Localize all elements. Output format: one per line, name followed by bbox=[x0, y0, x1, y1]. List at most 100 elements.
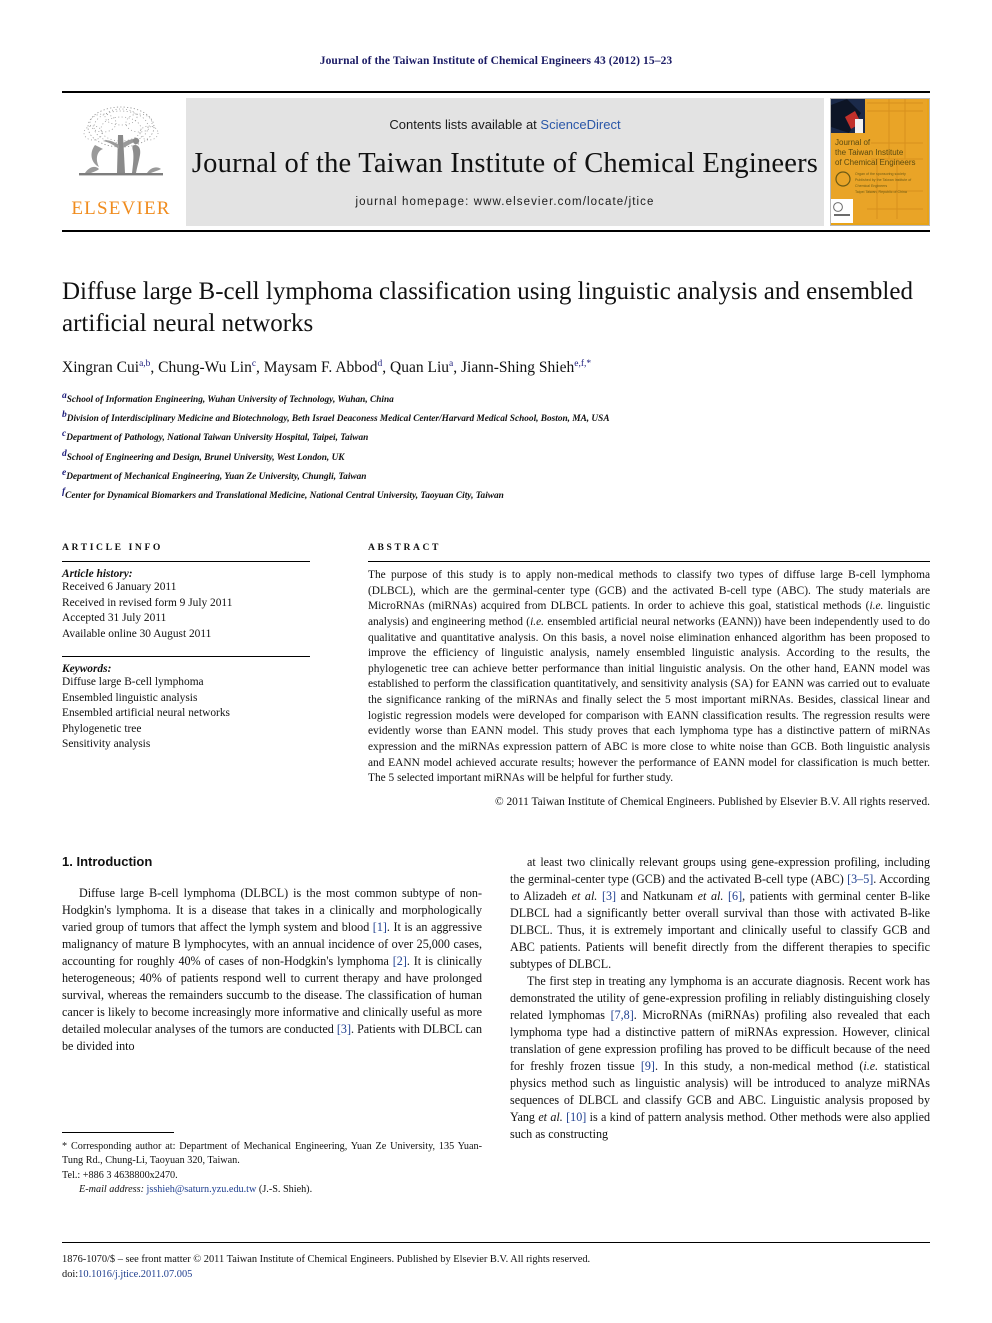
affiliation-item: bDivision of Interdisciplinary Medicine … bbox=[62, 408, 930, 427]
keywords-label: Keywords: bbox=[62, 663, 112, 675]
citation-reference[interactable]: [2] bbox=[393, 954, 407, 968]
contents-prefix: Contents lists available at bbox=[389, 116, 541, 132]
author-item: Xingran Cuia,b, bbox=[62, 359, 158, 376]
keyword-item: Sensitivity analysis bbox=[62, 738, 151, 750]
elsevier-logo: ELSEVIER bbox=[62, 98, 180, 226]
body-column-right: at least two clinically relevant groups … bbox=[510, 854, 930, 1143]
author-separator: , bbox=[150, 359, 159, 377]
svg-text:Journal of: Journal of bbox=[835, 138, 871, 147]
article-history-item: Received 6 January 2011 bbox=[62, 581, 177, 593]
corresponding-author-note: * Corresponding author at: Department of… bbox=[62, 1140, 482, 1167]
citation-reference[interactable]: [3] bbox=[602, 889, 616, 903]
keywords-rule bbox=[62, 656, 310, 657]
journal-cover-thumbnail: Journal of the Taiwan Institute of Chemi… bbox=[830, 98, 930, 226]
affiliation-text: Center for Dynamical Biomarkers and Tran… bbox=[65, 490, 504, 501]
footer-rule bbox=[62, 1242, 930, 1243]
svg-text:Chemical Engineers: Chemical Engineers bbox=[855, 184, 887, 188]
corresponding-author-tel: Tel.: +886 3 4638800x2470. bbox=[62, 1169, 178, 1181]
citation-reference[interactable]: [10] bbox=[566, 1110, 586, 1124]
author-name: Maysam F. Abbod bbox=[263, 359, 378, 377]
article-history-label: Article history: bbox=[62, 568, 133, 580]
keyword-item: Phylogenetic tree bbox=[62, 722, 142, 735]
keyword-item: Ensembled artificial neural networks bbox=[62, 707, 230, 719]
author-item: Jiann-Shing Shiehe,f,* bbox=[461, 359, 591, 376]
citation-reference[interactable]: [3–5] bbox=[847, 872, 873, 886]
footnote-block: * Corresponding author at: Department of… bbox=[62, 1131, 482, 1198]
elsevier-wordmark: ELSEVIER bbox=[71, 198, 171, 219]
doi-line: doi:10.1016/j.jtice.2011.07.005 bbox=[62, 1267, 930, 1282]
svg-text:of Chemical Engineers: of Chemical Engineers bbox=[835, 158, 915, 167]
doi-label: doi: bbox=[62, 1269, 79, 1281]
author-separator: , bbox=[256, 359, 264, 377]
author-name: Xingran Cui bbox=[62, 359, 140, 377]
affiliation-text: School of Information Engineering, Wuhan… bbox=[66, 395, 394, 406]
affiliation-list: aSchool of Information Engineering, Wuha… bbox=[62, 389, 930, 504]
author-list: Xingran Cuia,b, Chung-Wu Linc, Maysam F.… bbox=[62, 359, 930, 377]
svg-text:Taipei Taiwan, Republic of Chi: Taipei Taiwan, Republic of China bbox=[855, 190, 907, 194]
email-address-label: E-mail address: bbox=[79, 1184, 144, 1196]
elsevier-tree-icon bbox=[79, 106, 163, 176]
article-history-item: Received in revised form 9 July 2011 bbox=[62, 596, 233, 609]
info-abstract-row: ARTICLE INFO Article history: Received 6… bbox=[62, 542, 930, 808]
author-affiliation-mark: a,b bbox=[139, 359, 151, 369]
email-owner: (J.-S. Shieh). bbox=[258, 1184, 313, 1196]
citation-reference[interactable]: [6] bbox=[728, 889, 742, 903]
affiliation-item: dSchool of Engineering and Design, Brune… bbox=[62, 447, 930, 466]
sciencedirect-link[interactable]: ScienceDirect bbox=[540, 117, 620, 132]
author-item: Quan Liua, bbox=[390, 359, 461, 376]
author-name: Chung-Wu Lin bbox=[158, 359, 252, 377]
email-link[interactable]: jsshieh@saturn.yzu.edu.tw bbox=[147, 1184, 257, 1195]
abstract-rule bbox=[368, 561, 930, 562]
author-affiliation-mark: e,f,* bbox=[574, 359, 592, 369]
article-history-item: Accepted 31 July 2011 bbox=[62, 612, 167, 624]
svg-text:Published by the Taiwan Instit: Published by the Taiwan Institute of bbox=[855, 178, 911, 182]
paragraph: at least two clinically relevant groups … bbox=[510, 854, 930, 971]
author-item: Maysam F. Abbodd, bbox=[264, 359, 390, 376]
paper-page: Journal of the Taiwan Institute of Chemi… bbox=[0, 0, 992, 1323]
author-name: Jiann-Shing Shieh bbox=[460, 359, 575, 377]
affiliation-item: fCenter for Dynamical Biomarkers and Tra… bbox=[62, 485, 930, 504]
journal-homepage-line[interactable]: journal homepage: www.elsevier.com/locat… bbox=[355, 196, 654, 208]
article-history-item: Available online 30 August 2011 bbox=[62, 627, 212, 640]
article-info-rule bbox=[62, 561, 310, 562]
abstract-text: The purpose of this study is to apply no… bbox=[368, 569, 931, 785]
citation-reference[interactable]: [3] bbox=[337, 1022, 351, 1036]
body-column-gap bbox=[482, 854, 510, 1143]
journal-cover-image: Journal of the Taiwan Institute of Chemi… bbox=[831, 99, 927, 223]
abstract-copyright: © 2011 Taiwan Institute of Chemical Engi… bbox=[494, 795, 930, 808]
affiliation-item: eDepartment of Mechanical Engineering, Y… bbox=[62, 466, 930, 485]
citation-reference[interactable]: [9] bbox=[641, 1059, 655, 1073]
journal-masthead: ELSEVIER Contents lists available at Sci… bbox=[62, 91, 930, 226]
paragraph: The first step in treating any lymphoma … bbox=[510, 973, 931, 1141]
abstract-column: ABSTRACT The purpose of this study is to… bbox=[368, 542, 930, 808]
body-column-left: 1. Introduction Diffuse large B-cell lym… bbox=[62, 853, 483, 1195]
column-gap bbox=[310, 542, 368, 808]
paragraph: Diffuse large B-cell lymphoma (DLBCL) is… bbox=[62, 885, 483, 1053]
body-columns: 1. Introduction Diffuse large B-cell lym… bbox=[62, 853, 930, 1195]
affiliation-text: School of Engineering and Design, Brunel… bbox=[66, 452, 345, 463]
abstract-heading: ABSTRACT bbox=[368, 542, 442, 553]
page-title: Diffuse large B-cell lymphoma classifica… bbox=[62, 278, 913, 337]
page-footer: 1876-1070/$ – see front matter © 2011 Ta… bbox=[62, 1242, 930, 1282]
article-info-heading: ARTICLE INFO bbox=[62, 542, 163, 553]
keyword-item: Diffuse large B-cell lymphoma bbox=[62, 676, 204, 688]
masthead-bottom-rule bbox=[62, 230, 930, 232]
section-heading-introduction: 1. Introduction bbox=[62, 853, 153, 869]
citation-reference[interactable]: [7,8] bbox=[611, 1008, 634, 1022]
author-name: Quan Liu bbox=[390, 359, 450, 377]
author-separator: , bbox=[382, 359, 391, 377]
affiliation-item: cDepartment of Pathology, National Taiwa… bbox=[62, 427, 930, 446]
keyword-item: Ensembled linguistic analysis bbox=[62, 691, 198, 704]
doi-link[interactable]: 10.1016/j.jtice.2011.07.005 bbox=[78, 1269, 192, 1280]
affiliation-text: Department of Pathology, National Taiwan… bbox=[66, 433, 369, 444]
running-head: Journal of the Taiwan Institute of Chemi… bbox=[319, 55, 673, 67]
issn-copyright-line: 1876-1070/$ – see front matter © 2011 Ta… bbox=[62, 1254, 591, 1265]
svg-text:the Taiwan Institute: the Taiwan Institute bbox=[835, 148, 904, 157]
citation-reference[interactable]: [1] bbox=[373, 920, 387, 934]
author-separator: , bbox=[453, 359, 461, 377]
contents-available-line: Contents lists available at ScienceDirec… bbox=[389, 117, 620, 132]
affiliation-text: Division of Interdisciplinary Medicine a… bbox=[66, 414, 610, 425]
journal-banner: Contents lists available at ScienceDirec… bbox=[186, 98, 824, 226]
svg-text:Organ of the sponsoring societ: Organ of the sponsoring society bbox=[855, 172, 906, 176]
journal-title: Journal of the Taiwan Institute of Chemi… bbox=[191, 147, 819, 179]
